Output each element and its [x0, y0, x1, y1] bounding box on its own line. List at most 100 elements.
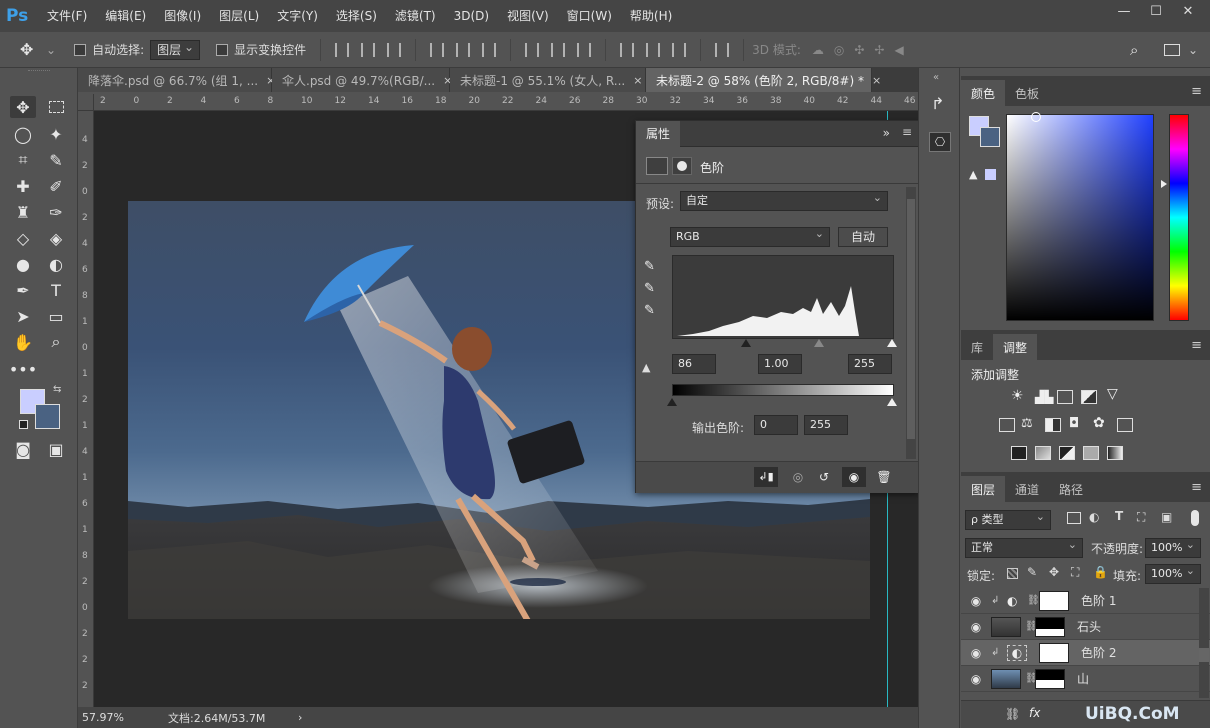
tab-adjustments[interactable]: 调整 [993, 334, 1038, 360]
tab-sanren[interactable]: 伞人.psd @ 49.7%(RGB/... × [272, 68, 452, 92]
marquee-tool-icon[interactable] [43, 96, 69, 118]
tab-untitled-2[interactable]: 未标题-2 @ 58% (色阶 2, RGB/8#) * × [646, 68, 881, 92]
lock-image-icon[interactable]: ✎ [1027, 565, 1037, 579]
brightness-icon[interactable]: ☀ [1011, 388, 1024, 404]
menu-item-7[interactable]: 3D(D) [445, 0, 498, 32]
history-brush-icon[interactable]: ✑ [43, 201, 69, 223]
channel-mixer-icon[interactable]: ✿ [1093, 415, 1105, 431]
screen-mode-icon[interactable]: ▣ [43, 438, 69, 460]
layer-row-levels-2[interactable]: ◉ ↲ ◐ 色阶 2 [961, 640, 1210, 666]
filter-adjustment-icon[interactable]: ◐ [1089, 510, 1099, 524]
expand-icon[interactable]: » [883, 126, 890, 140]
move-tool-icon[interactable]: ✥ [20, 40, 46, 59]
3d-roll-icon[interactable]: ◎ [834, 43, 844, 57]
auto-select-checkbox[interactable] [74, 43, 87, 56]
layer-row-mountain[interactable]: ◉ ⛓ 山 [961, 666, 1210, 692]
move-tool-icon[interactable]: ✥ [10, 96, 36, 118]
align-bottom-icon[interactable] [387, 42, 402, 57]
path-select-icon[interactable]: ➤ [10, 305, 36, 327]
output-white-slider[interactable] [887, 398, 897, 406]
distribute-bottom-icon[interactable] [577, 42, 592, 57]
channel-dropdown[interactable]: RGB [670, 225, 830, 247]
output-white-field[interactable]: 255 [804, 415, 848, 435]
align-left-icon[interactable] [430, 42, 445, 57]
pen-tool-icon[interactable]: ✒ [10, 279, 36, 301]
workspace-icon[interactable] [1164, 43, 1180, 56]
link-layers-icon[interactable]: ⛓ [1005, 707, 1020, 721]
input-white-slider[interactable] [887, 339, 897, 347]
clip-to-layer-icon[interactable]: ↲▮ [754, 467, 778, 487]
close-icon[interactable]: × [872, 74, 881, 87]
levels-icon[interactable]: ▟▙ [1035, 390, 1053, 404]
color-balance-icon[interactable]: ⚖ [1021, 416, 1033, 431]
output-black-field[interactable]: 0 [754, 415, 798, 435]
show-transform-checkbox[interactable] [216, 43, 229, 56]
magic-wand-icon[interactable]: ✦ [43, 123, 69, 145]
3d-slide-icon[interactable]: ✢ [874, 43, 884, 57]
visibility-eye-icon[interactable]: ◉ [961, 594, 991, 608]
color-field[interactable] [1006, 114, 1154, 321]
menu-item-2[interactable]: 图像(I) [155, 0, 210, 32]
filter-type-icon[interactable]: T [1115, 509, 1123, 523]
crop-tool-icon[interactable]: ⌗ [10, 149, 36, 171]
tab-layers[interactable]: 图层 [961, 476, 1006, 502]
gamut-color-chip[interactable] [985, 169, 996, 180]
healing-brush-icon[interactable]: ✚ [10, 175, 36, 197]
zoom-tool-icon[interactable]: ⌕ [43, 331, 69, 353]
brush-tool-icon[interactable]: ✐ [43, 175, 69, 197]
chevron-down-icon[interactable]: ⌄ [1188, 43, 1198, 57]
swap-colors-icon[interactable]: ⇆ [53, 384, 61, 395]
menu-item-10[interactable]: 帮助(H) [621, 0, 681, 32]
distribute-left-icon[interactable] [620, 42, 635, 57]
posterize-icon[interactable] [1035, 446, 1051, 460]
visibility-eye-icon[interactable]: ◉ [961, 646, 991, 660]
paint-bucket-icon[interactable]: ◈ [43, 227, 69, 249]
tab-libraries[interactable]: 库 [961, 334, 993, 360]
maximize-button[interactable]: ☐ [1142, 0, 1170, 22]
hue-slider[interactable] [1169, 114, 1189, 321]
menu-item-3[interactable]: 图层(L) [210, 0, 268, 32]
rectangle-tool-icon[interactable]: ▭ [43, 305, 69, 327]
quick-mask-icon[interactable]: ◙ [10, 438, 36, 460]
auto-button[interactable]: 自动 [838, 227, 888, 247]
fill-field[interactable]: 100% [1145, 562, 1201, 584]
input-gamma-slider[interactable] [814, 339, 824, 347]
blend-mode-dropdown[interactable]: 正常 [965, 536, 1083, 558]
delete-icon[interactable]: 🗑 [872, 467, 896, 487]
hand-tool-icon[interactable]: ✋ [10, 331, 36, 353]
view-previous-icon[interactable]: ◎ [786, 467, 810, 487]
close-button[interactable]: ✕ [1174, 0, 1202, 22]
tab-untitled-1[interactable]: 未标题-1 @ 55.1% (女人, R... × [450, 68, 646, 92]
set-gray-point-icon[interactable]: ✎ [644, 281, 655, 296]
reset-icon[interactable]: ↺ [812, 467, 836, 487]
set-black-point-icon[interactable]: ✎ [644, 259, 655, 274]
curves-icon[interactable] [1057, 390, 1073, 404]
more-tools-icon[interactable]: ••• [9, 358, 37, 380]
layers-scrollbar[interactable] [1199, 588, 1209, 698]
threshold-icon[interactable] [1059, 446, 1075, 460]
mask-icon[interactable] [672, 157, 692, 175]
input-gamma-field[interactable]: 1.00 [758, 354, 802, 374]
panel-menu-icon[interactable]: ≡ [1191, 338, 1202, 353]
tab-channels[interactable]: 通道 [1005, 476, 1049, 502]
distribute-right-icon[interactable] [672, 42, 687, 57]
levels-adjustment-icon[interactable] [646, 157, 668, 175]
scrollbar[interactable] [906, 187, 916, 459]
distribute-top-icon[interactable] [525, 42, 540, 57]
exposure-icon[interactable] [1081, 390, 1097, 404]
panel-menu-icon[interactable]: ≡ [902, 125, 912, 139]
menu-item-4[interactable]: 文字(Y) [268, 0, 327, 32]
clone-stamp-icon[interactable]: ♜ [10, 201, 36, 223]
auto-align-icon[interactable] [715, 42, 730, 57]
default-colors-icon[interactable] [19, 420, 28, 429]
distribute-vcenter-icon[interactable] [551, 42, 566, 57]
gradient-map-icon[interactable] [1107, 446, 1123, 460]
selective-color-icon[interactable] [1083, 446, 1099, 460]
eraser-icon[interactable]: ◇ [10, 227, 36, 249]
photo-filter-icon[interactable]: ◘ [1069, 416, 1079, 431]
gamut-warning-icon[interactable]: ▲ [969, 168, 977, 181]
menu-item-1[interactable]: 编辑(E) [96, 0, 155, 32]
input-black-slider[interactable] [741, 339, 751, 347]
input-white-field[interactable]: 255 [848, 354, 892, 374]
history-icon[interactable]: ↱ [931, 94, 944, 113]
